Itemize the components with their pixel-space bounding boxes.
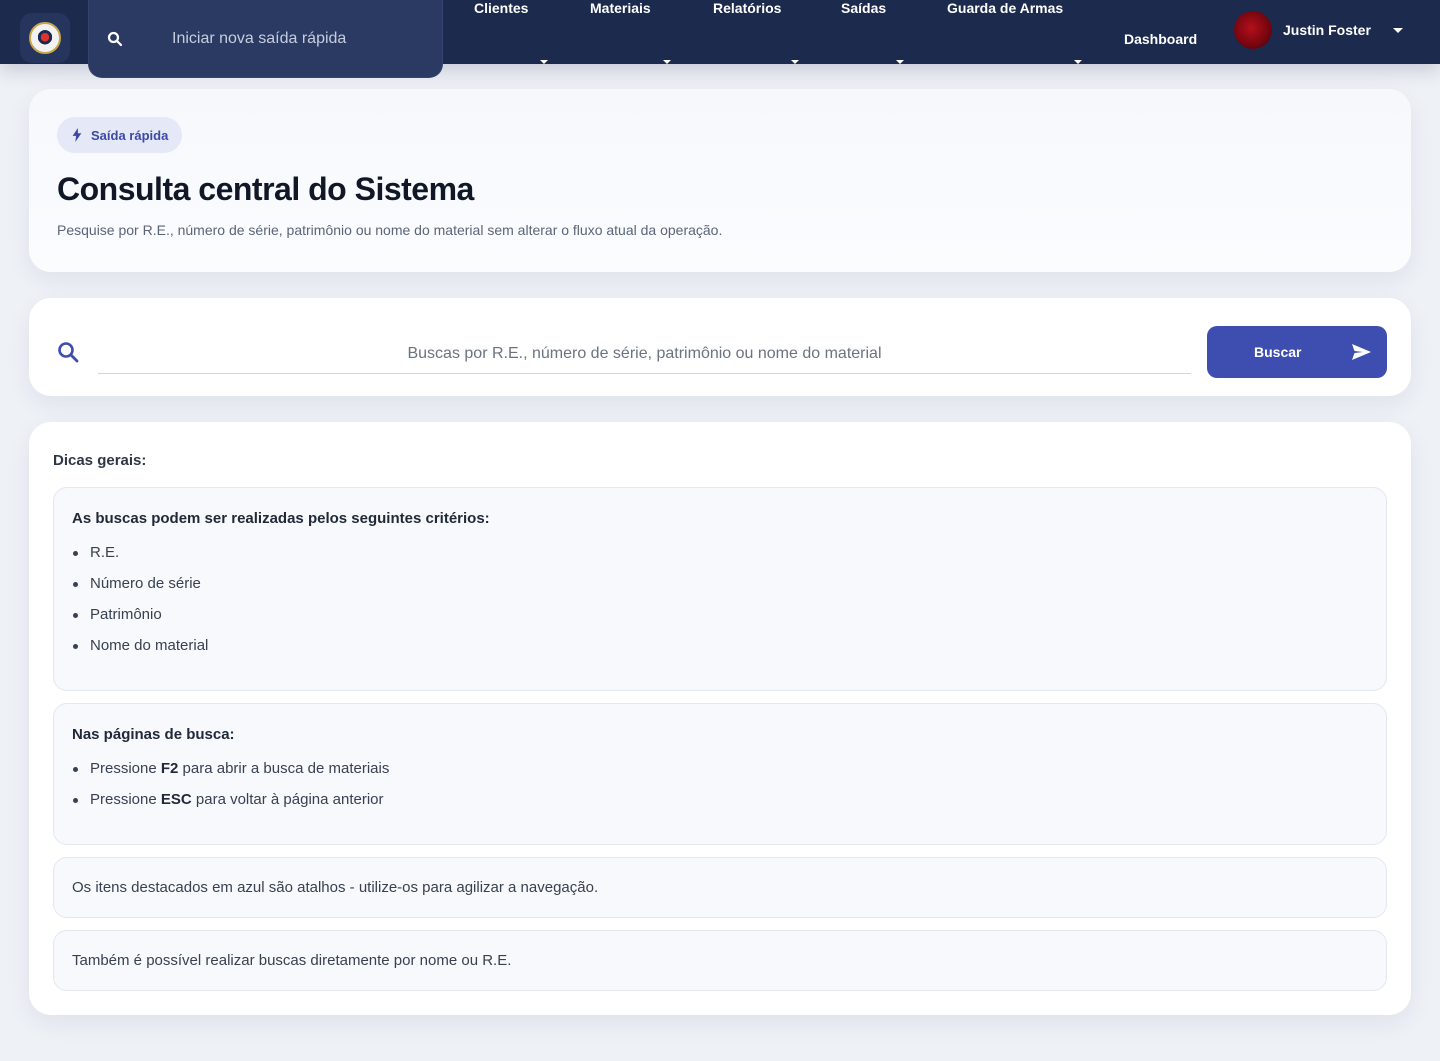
tip-shortcut-note: Os itens destacados em azul são atalhos … bbox=[53, 857, 1387, 918]
list-item: Pressione F2 para abrir a busca de mater… bbox=[72, 760, 389, 791]
nav-relatorios[interactable]: Relatórios bbox=[713, 0, 781, 16]
user-name[interactable]: Justin Foster bbox=[1283, 22, 1371, 38]
list-item: Pressione ESC para voltar à página anter… bbox=[72, 791, 389, 822]
logo-emblem-icon bbox=[29, 22, 61, 54]
nav-dashboard[interactable]: Dashboard bbox=[1124, 31, 1197, 47]
tips-title: Dicas gerais: bbox=[53, 452, 147, 469]
user-menu-chevron-down-icon[interactable] bbox=[1393, 28, 1403, 33]
shortcut-list: Pressione F2 para abrir a busca de mater… bbox=[72, 760, 389, 822]
chevron-down-icon[interactable] bbox=[663, 60, 671, 64]
hero-card: Saída rápida Consulta central do Sistema… bbox=[29, 89, 1411, 272]
page-subtitle: Pesquise por R.E., número de série, patr… bbox=[57, 222, 723, 238]
tip-search-pages: Nas páginas de busca: Pressione F2 para … bbox=[53, 703, 1387, 845]
list-item: Número de série bbox=[72, 575, 208, 606]
tip-direct-text: Também é possível realizar buscas direta… bbox=[72, 952, 512, 969]
tips-card: Dicas gerais: As buscas podem ser realiz… bbox=[29, 422, 1411, 1015]
tip-direct-note: Também é possível realizar buscas direta… bbox=[53, 930, 1387, 991]
tip-search-pages-heading: Nas páginas de busca: bbox=[72, 726, 235, 743]
search-input[interactable] bbox=[98, 334, 1191, 374]
chevron-down-icon[interactable] bbox=[896, 60, 904, 64]
page-title: Consulta central do Sistema bbox=[57, 171, 474, 207]
nav-clientes[interactable]: Clientes bbox=[474, 0, 528, 16]
chevron-down-icon[interactable] bbox=[540, 60, 548, 64]
search-card: Buscar bbox=[29, 298, 1411, 396]
shortcut-key: F2 bbox=[160, 760, 179, 777]
nav-guarda-de-armas[interactable]: Guarda de Armas bbox=[947, 0, 1063, 16]
quick-exit-search[interactable]: Iniciar nova saída rápida bbox=[88, 0, 443, 78]
quick-search-placeholder: Iniciar nova saída rápida bbox=[172, 30, 347, 47]
lightning-icon bbox=[72, 128, 82, 142]
top-navbar: Iniciar nova saída rápida Clientes Mater… bbox=[0, 0, 1440, 78]
send-icon bbox=[1352, 344, 1371, 360]
criteria-list: R.E. Número de série Patrimônio Nome do … bbox=[72, 544, 208, 668]
nav-materiais[interactable]: Materiais bbox=[590, 0, 651, 16]
list-item: Patrimônio bbox=[72, 606, 208, 637]
shortcut-key: ESC bbox=[160, 791, 192, 808]
tip-criteria-heading: As buscas podem ser realizadas pelos seg… bbox=[72, 510, 490, 527]
list-item: Nome do material bbox=[72, 637, 208, 668]
chevron-down-icon[interactable] bbox=[1074, 60, 1082, 64]
chevron-down-icon[interactable] bbox=[791, 60, 799, 64]
avatar[interactable] bbox=[1234, 11, 1272, 49]
list-item: R.E. bbox=[72, 544, 208, 575]
app-logo[interactable] bbox=[20, 13, 70, 63]
tip-criteria: As buscas podem ser realizadas pelos seg… bbox=[53, 487, 1387, 691]
search-icon bbox=[58, 342, 79, 363]
badge-label: Saída rápida bbox=[91, 127, 169, 143]
quick-exit-badge[interactable]: Saída rápida bbox=[57, 117, 183, 153]
search-button-label: Buscar bbox=[1254, 344, 1302, 360]
search-button[interactable]: Buscar bbox=[1207, 326, 1387, 378]
nav-saidas[interactable]: Saídas bbox=[841, 0, 886, 16]
tip-shortcut-text: Os itens destacados em azul são atalhos … bbox=[72, 879, 599, 896]
search-icon bbox=[107, 31, 123, 47]
